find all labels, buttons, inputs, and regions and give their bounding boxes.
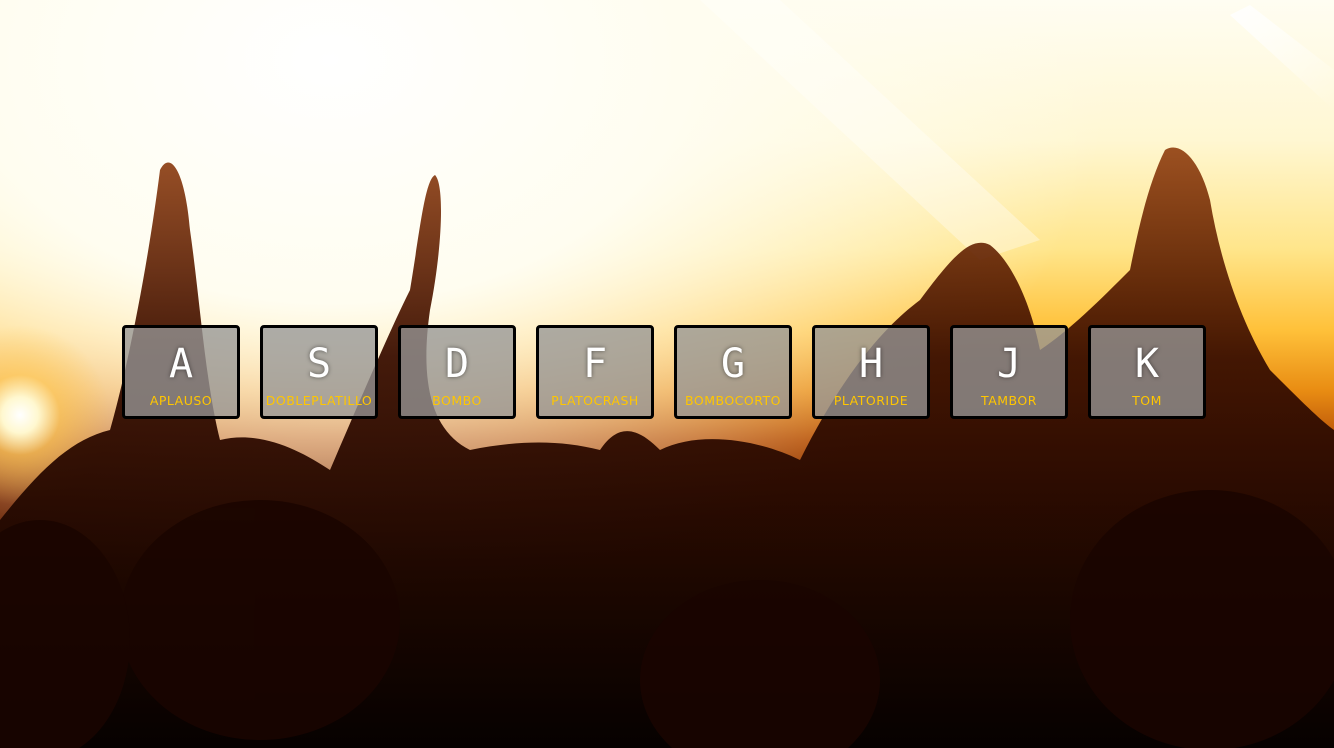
key-sound-label: PLATORIDE [833, 393, 909, 408]
key-letter: A [168, 341, 194, 387]
key-sound-label: PLATOCRASH [551, 393, 639, 408]
key-letter: D [444, 341, 470, 387]
key-letter: J [996, 341, 1022, 387]
key-letter: H [858, 341, 884, 387]
key-letter: F [582, 341, 608, 387]
key-f[interactable]: F PLATOCRASH [536, 325, 654, 419]
key-letter: S [306, 341, 332, 387]
key-sound-label: TOM [1132, 393, 1162, 408]
key-s[interactable]: S DOBLEPLATILLO [260, 325, 378, 419]
key-sound-label: BOMBO [432, 393, 482, 408]
key-sound-label: BOMBOCORTO [685, 393, 781, 408]
key-sound-label: TAMBOR [981, 393, 1037, 408]
drum-keys: A APLAUSO S DOBLEPLATILLO D BOMBO F PLAT… [122, 325, 1206, 419]
key-k[interactable]: K TOM [1088, 325, 1206, 419]
key-j[interactable]: J TAMBOR [950, 325, 1068, 419]
key-d[interactable]: D BOMBO [398, 325, 516, 419]
key-sound-label: DOBLEPLATILLO [265, 393, 373, 408]
key-a[interactable]: A APLAUSO [122, 325, 240, 419]
key-sound-label: APLAUSO [149, 393, 213, 408]
key-letter: K [1134, 341, 1160, 387]
key-letter: G [720, 341, 746, 387]
key-g[interactable]: G BOMBOCORTO [674, 325, 792, 419]
key-h[interactable]: H PLATORIDE [812, 325, 930, 419]
light-beam [700, 0, 1040, 260]
light-beam [1230, 5, 1334, 110]
